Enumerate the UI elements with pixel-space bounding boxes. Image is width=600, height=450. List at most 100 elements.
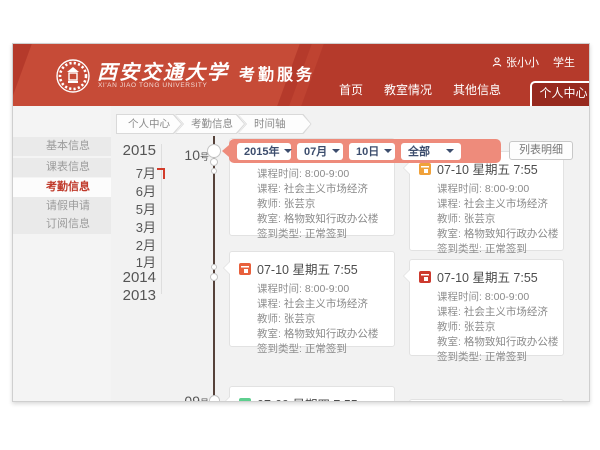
field-value: 张芸京 [284, 313, 316, 325]
timeline-entry-3month[interactable]: 3月 [136, 217, 156, 236]
field-label: 教师: [257, 313, 281, 325]
timeline-entry-2013[interactable]: 2013 [123, 287, 156, 304]
page-canvas: 西安交通大学 XI'AN JIAO TONG UNIVERSITY 考勤服务 张… [0, 0, 600, 450]
breadcrumb-label: 个人中心 [116, 114, 182, 134]
timeline-entry-5month[interactable]: 5月 [136, 199, 156, 218]
card-field: 课程: 社会主义市场经济 [437, 305, 555, 320]
card-field: 教师: 张芸京 [257, 197, 386, 212]
nav-classrooms[interactable]: 教室情况 [384, 81, 432, 106]
card-title: 07-10 星期五 7:55 [257, 259, 358, 278]
field-label: 签到类型: [437, 351, 482, 363]
breadcrumb: 个人中心 考勤信息 时间轴 [116, 114, 305, 134]
field-value: 8:00-9:00 [305, 283, 349, 295]
sidebar-item-attendance-info[interactable]: 考勤信息 [13, 178, 111, 197]
year-dropdown[interactable]: 2015年 [237, 143, 291, 160]
card-body: 课程时间: 8:00-9:00 课程: 社会主义市场经济 教师: 张芸京 教室:… [230, 280, 394, 363]
field-value: 社会主义市场经济 [284, 183, 368, 195]
month-dropdown[interactable]: 07月 [297, 143, 343, 160]
timeline-node [210, 273, 218, 281]
field-label: 签到类型: [257, 343, 302, 355]
timeline-rail-divider [161, 144, 162, 294]
field-label: 课程时间: [437, 291, 482, 303]
breadcrumb-attendance-info[interactable]: 考勤信息 [175, 114, 245, 134]
card-body: 课程时间: 8:00-9:00 课程: 社会主义市场经济 教师: 张芸京 教室:… [410, 180, 563, 263]
field-value: 社会主义市场经济 [464, 306, 548, 318]
timeline-node [211, 168, 217, 174]
breadcrumb-timeline[interactable]: 时间轴 [238, 114, 312, 134]
day-number: 09 [184, 393, 200, 402]
attendance-card: 07-10 星期五 7:55 课程时间: 8:00-9:00 课程: 社会主义市… [229, 251, 395, 347]
field-value: 社会主义市场经济 [464, 198, 548, 210]
card-header: 07-10 星期五 7:55 [410, 260, 563, 288]
filter-bar: 2015年 07月 10日 全部 [229, 139, 501, 163]
day-dropdown[interactable]: 10日 [349, 143, 395, 160]
card-field: 课程: 社会主义市场经济 [257, 297, 386, 312]
breadcrumb-personal-center[interactable]: 个人中心 [116, 114, 182, 134]
attendance-card: 07-09 星期四 7:55 [229, 386, 395, 402]
breadcrumb-label: 时间轴 [238, 114, 312, 134]
field-label: 签到类型: [257, 228, 302, 240]
field-value: 正常签到 [305, 343, 347, 355]
card-field: 课程: 社会主义市场经济 [257, 182, 386, 197]
attendance-card: 07-10 星期五 7:55 课程时间: 8:00-9:00 课程: 社会主义市… [409, 151, 564, 251]
month-dropdown-value: 07月 [304, 143, 327, 159]
university-name-cn: 西安交通大学 [97, 56, 229, 85]
card-title: 07-10 星期五 7:55 [437, 267, 538, 286]
calendar-icon [419, 271, 431, 283]
card-field: 教室: 格物致知行政办公楼 [437, 335, 555, 350]
day-dropdown-value: 10日 [356, 143, 379, 159]
timeline-node [211, 264, 217, 270]
field-label: 签到类型: [437, 243, 482, 255]
attendance-card: 07-10 星期五 7:55 课程时间: 8:00-9:00 课程: 社会主义市… [409, 259, 564, 356]
day-suffix: 号 [200, 398, 209, 402]
timeline-node [209, 395, 220, 402]
scope-dropdown-value: 全部 [408, 143, 430, 159]
university-name-en: XI'AN JIAO TONG UNIVERSITY [98, 82, 207, 89]
list-detail-button[interactable]: 列表明细 [509, 141, 573, 160]
scope-dropdown[interactable]: 全部 [401, 143, 461, 160]
sidebar: 基本信息 课表信息 考勤信息 请假申请 订阅信息 [13, 106, 111, 401]
sidebar-item-schedule-info[interactable]: 课表信息 [13, 158, 111, 177]
day-number: 10 [184, 147, 200, 163]
field-value: 格物致知行政办公楼 [284, 328, 379, 340]
nav-other-info[interactable]: 其他信息 [453, 81, 501, 106]
card-title: 07-09 星期四 7:55 [257, 394, 358, 402]
sidebar-item-subscription-info[interactable]: 订阅信息 [13, 215, 111, 234]
sidebar-item-leave-request[interactable]: 请假申请 [13, 197, 111, 216]
university-logo-icon [55, 58, 91, 94]
timeline-entry-2014[interactable]: 2014 [123, 269, 156, 286]
card-field: 教室: 格物致知行政办公楼 [437, 227, 555, 242]
field-value: 8:00-9:00 [485, 291, 529, 303]
day-marker-10: 10号 [179, 147, 209, 163]
sidebar-item-basic-info[interactable]: 基本信息 [13, 137, 111, 156]
attendance-card-partial [409, 399, 564, 402]
nav-home[interactable]: 首页 [339, 81, 363, 106]
field-value: 正常签到 [485, 351, 527, 363]
field-label: 课程: [437, 198, 461, 210]
timeline-node-large [207, 144, 221, 158]
card-field: 教室: 格物致知行政办公楼 [257, 327, 386, 342]
timeline-entry-2015[interactable]: 2015 [123, 142, 156, 159]
timeline-entry-7month[interactable]: 7月 [136, 163, 156, 182]
app-window: 西安交通大学 XI'AN JIAO TONG UNIVERSITY 考勤服务 张… [12, 43, 590, 402]
field-label: 教师: [257, 198, 281, 210]
field-value: 张芸京 [464, 321, 496, 333]
field-value: 格物致知行政办公楼 [464, 228, 559, 240]
timeline-entry-6month[interactable]: 6月 [136, 181, 156, 200]
calendar-icon [239, 398, 251, 403]
card-field: 课程时间: 8:00-9:00 [257, 167, 386, 182]
current-month-marker [157, 168, 165, 179]
card-field: 教师: 张芸京 [437, 320, 555, 335]
card-header: 07-10 星期五 7:55 [230, 252, 394, 280]
year-dropdown-value: 2015年 [244, 143, 279, 159]
card-header: 07-09 星期四 7:55 [230, 387, 394, 402]
nav-personal-center-active-tab[interactable]: 个人中心 [530, 81, 589, 106]
field-label: 课程时间: [257, 283, 302, 295]
field-value: 8:00-9:00 [305, 168, 349, 180]
card-field: 签到类型: 正常签到 [257, 342, 386, 357]
field-label: 课程: [257, 183, 281, 195]
field-label: 课程时间: [437, 183, 482, 195]
card-field: 教师: 张芸京 [257, 312, 386, 327]
card-field: 签到类型: 正常签到 [257, 227, 386, 242]
field-value: 格物致知行政办公楼 [464, 336, 559, 348]
